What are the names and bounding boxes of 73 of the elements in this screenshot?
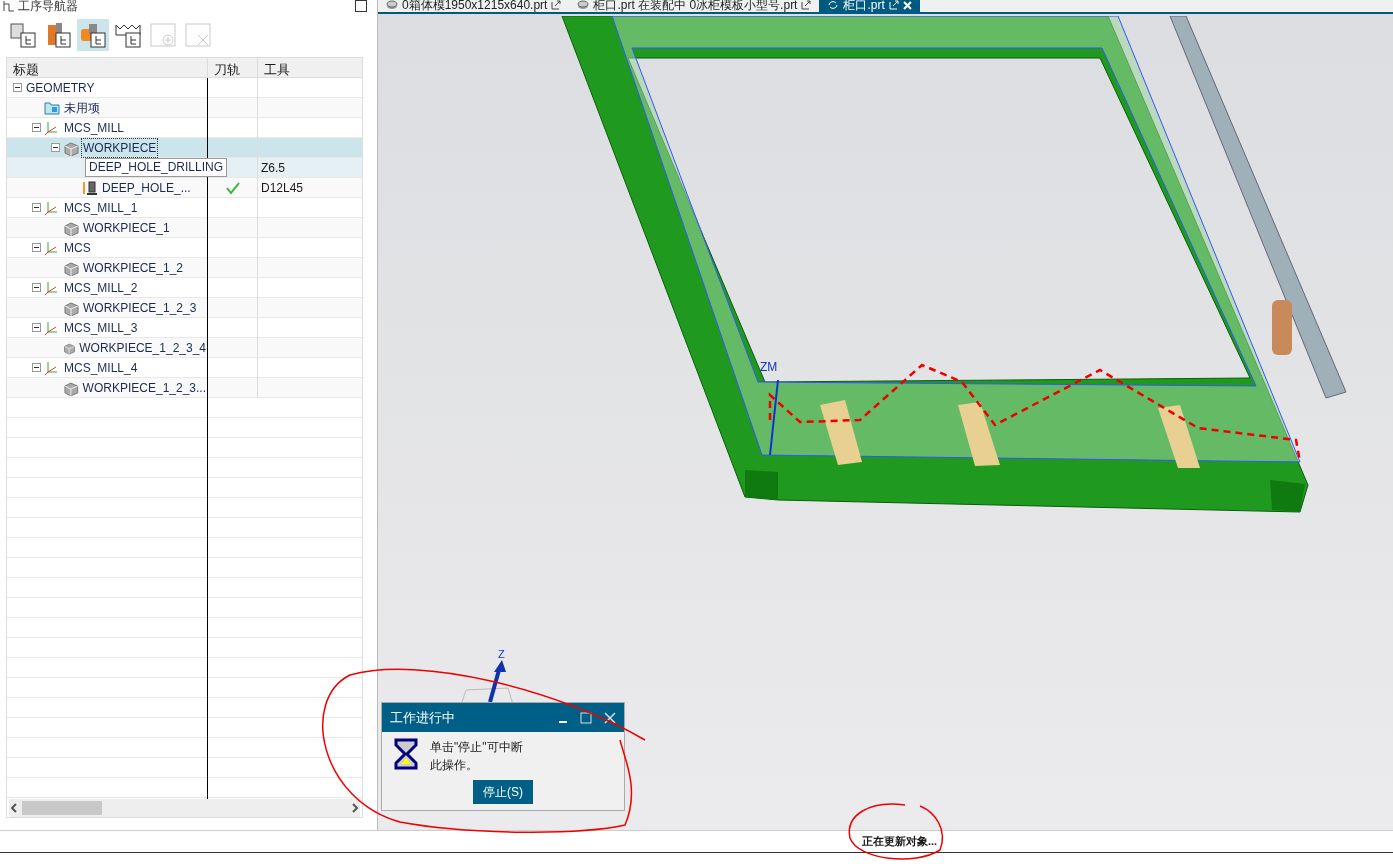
collapse-icon[interactable] xyxy=(51,143,60,152)
navigator-icon xyxy=(3,0,15,12)
tree-row[interactable]: DEEP_HOLE_DRILLING Z6.5 xyxy=(7,158,362,178)
coordinate-system-icon xyxy=(44,119,60,136)
horizontal-scrollbar[interactable] xyxy=(9,799,360,817)
stop-button[interactable]: 停止(S) xyxy=(473,780,533,804)
document-tab[interactable]: 柜口.prt 在装配中 0冰柜模板小型号.prt xyxy=(569,0,820,12)
graphics-viewport[interactable]: 0箱体模1950x1215x640.prt 柜口.prt 在装配中 0冰柜模板小型号.prt 柜口.prt ZM Z 工作进行中 单击"停止"可中断此操作。 停止(S) xyxy=(378,0,1393,830)
tree-label: WORKPIECE xyxy=(82,138,158,157)
coordinate-system-icon xyxy=(44,359,60,376)
tool-name: D12L45 xyxy=(261,179,304,197)
collapse-icon[interactable] xyxy=(32,363,41,372)
scroll-right-icon[interactable] xyxy=(350,803,360,813)
collapse-icon[interactable] xyxy=(13,83,22,92)
column-header[interactable]: 标题 xyxy=(7,58,207,77)
dialog-title: 工作进行中 xyxy=(390,708,455,727)
hourglass-icon xyxy=(394,738,418,770)
tooltip: DEEP_HOLE_DRILLING xyxy=(85,158,228,177)
tree-row[interactable]: WORKPIECE_1_2_3... xyxy=(7,378,362,398)
collapse-icon[interactable] xyxy=(32,323,41,332)
collapse-icon[interactable] xyxy=(32,123,41,132)
axis-label: ZM xyxy=(760,359,778,376)
axis-label: Z xyxy=(498,647,505,662)
column-header[interactable]: 刀轨 xyxy=(207,58,257,77)
status-text: 正在更新对象... xyxy=(862,834,938,850)
part-icon xyxy=(577,0,590,11)
tree-label: MCS xyxy=(63,239,92,257)
tree-label: 未用项 xyxy=(63,99,101,117)
drill-operation-icon xyxy=(82,179,98,196)
collapse-icon[interactable] xyxy=(32,203,41,212)
external-link-icon xyxy=(888,0,899,10)
folder-icon xyxy=(44,99,60,116)
scroll-left-icon[interactable] xyxy=(9,803,19,813)
tree-label: MCS_MILL_1 xyxy=(63,199,139,217)
tree-label: WORKPIECE_1 xyxy=(82,219,171,237)
tree-label: WORKPIECE_1_2_3_4 xyxy=(78,339,207,357)
tree-label: WORKPIECE_1_2_3... xyxy=(81,379,207,397)
geometry-button[interactable] xyxy=(77,19,109,51)
tree-row[interactable]: DEEP_HOLE_... D12L45 xyxy=(7,178,362,198)
sync-icon xyxy=(827,0,840,11)
tree-label: MCS_MILL xyxy=(63,119,126,137)
collapse-icon[interactable] xyxy=(32,243,41,252)
tree-label: WORKPIECE_1_2 xyxy=(82,259,185,277)
tree-label: MCS_MILL_3 xyxy=(63,319,139,337)
tree-label: WORKPIECE_1_2_3 xyxy=(82,299,198,317)
document-tab[interactable]: 0箱体模1950x1215x640.prt xyxy=(378,0,570,12)
tree-label: GEOMETRY xyxy=(25,79,96,97)
scroll-thumb[interactable] xyxy=(22,801,102,815)
coordinate-system-icon xyxy=(44,199,60,216)
panel-title: 工序导航器 xyxy=(18,0,78,12)
coordinate-system-icon xyxy=(44,279,60,296)
tool-name: Z6.5 xyxy=(261,159,285,177)
tree-row[interactable]: WORKPIECE xyxy=(7,138,362,158)
checkmark-icon xyxy=(224,180,241,195)
tree-label: MCS_MILL_2 xyxy=(63,279,139,297)
external-link-icon xyxy=(551,0,562,10)
tree-row[interactable]: WORKPIECE_1_2_3_4 xyxy=(7,338,362,358)
document-tab[interactable]: 柜口.prt xyxy=(819,0,920,12)
coordinate-system-icon xyxy=(44,319,60,336)
tree-row[interactable]: WORKPIECE_1_2_3 xyxy=(7,298,362,318)
close-icon[interactable] xyxy=(604,711,616,724)
part-icon xyxy=(386,0,398,11)
external-link-icon xyxy=(801,0,812,10)
coordinate-system-icon xyxy=(44,239,60,256)
tree-row[interactable]: 未用项 xyxy=(7,98,362,118)
dialog-message: 单击"停止"可中断此操作。 xyxy=(430,739,524,774)
column-header[interactable]: 工具 xyxy=(257,58,362,77)
collapse-icon[interactable] xyxy=(32,283,41,292)
tree-label: DEEP_HOLE_... xyxy=(101,179,192,197)
tree-row[interactable]: WORKPIECE_1 xyxy=(7,218,362,238)
tree-row[interactable]: WORKPIECE_1_2 xyxy=(7,258,362,278)
tree-label: MCS_MILL_4 xyxy=(63,359,139,377)
maximize-icon[interactable] xyxy=(355,0,367,12)
